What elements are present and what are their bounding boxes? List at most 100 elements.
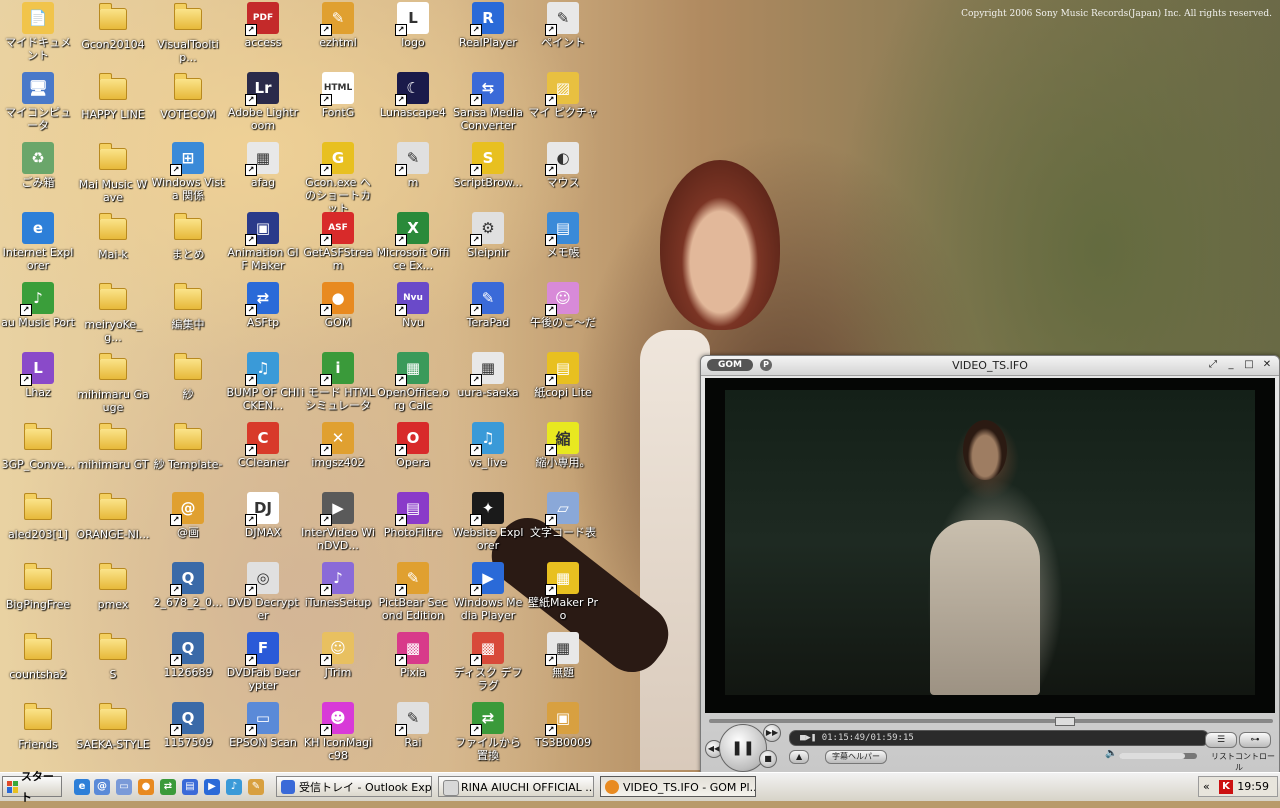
desktop-icon[interactable]: 🖥 マイコンピュータ	[0, 72, 76, 132]
quicklaunch-explorer-icon[interactable]: ▤	[182, 779, 198, 795]
minimize-icon[interactable]: _	[1225, 359, 1237, 370]
desktop-icon[interactable]: e Internet Explorer	[0, 212, 76, 272]
desktop-icon[interactable]: 紗 Template-	[150, 422, 226, 471]
eject-button[interactable]: ▲	[789, 750, 810, 764]
start-button[interactable]: スタート	[2, 770, 62, 804]
desktop-icon[interactable]: ✦Website Explorer	[450, 492, 526, 552]
control-button[interactable]: ⊶	[1239, 732, 1271, 748]
desktop-icon[interactable]: ●GOM	[300, 282, 376, 329]
desktop-icon[interactable]: ♪iTunesSetup	[300, 562, 376, 609]
desktop-icon[interactable]: mihimaru Gauge	[75, 352, 151, 414]
desktop-icon[interactable]: ✎ペイント	[525, 2, 601, 49]
desktop-icon[interactable]: DJDJMAX	[225, 492, 301, 539]
desktop-icon[interactable]: ▦OpenOffice.org Calc	[375, 352, 451, 412]
quicklaunch-paint-icon[interactable]: ✎	[248, 779, 264, 795]
desktop-icon[interactable]: XMicrosoft Office Ex...	[375, 212, 451, 272]
desktop-icon[interactable]: Friends	[0, 702, 76, 751]
desktop-icon[interactable]: meiryoKe_g...	[75, 282, 151, 344]
desktop-icon[interactable]: ♪au Music Port	[0, 282, 76, 329]
desktop-icon[interactable]: ▩Pixia	[375, 632, 451, 679]
desktop-icon[interactable]: RRealPlayer	[450, 2, 526, 49]
desktop-icon[interactable]: Mai Music Wave	[75, 142, 151, 204]
player-titlebar[interactable]: GOM P VIDEO_TS.IFO ⤢ _ □ ✕	[701, 356, 1279, 376]
desktop-icon[interactable]: LrAdobe Lightroom	[225, 72, 301, 132]
fullscreen-icon[interactable]: ⤢	[1207, 359, 1219, 370]
tray-expand-icon[interactable]: «	[1203, 780, 1210, 793]
desktop-icon[interactable]: HTMLFontG	[300, 72, 376, 119]
desktop-icon[interactable]: ⇆Sansa Media Converter	[450, 72, 526, 132]
desktop-icon[interactable]: 縮縮小専用。	[525, 422, 601, 469]
desktop-icon[interactable]: ✎PictBear Second Edition	[375, 562, 451, 622]
desktop-icon[interactable]: 紗	[150, 352, 226, 401]
quicklaunch-itunes-icon[interactable]: ♪	[226, 779, 242, 795]
desktop-icon[interactable]: Mai-k	[75, 212, 151, 261]
desktop-icon[interactable]: ▶Windows Media Player	[450, 562, 526, 622]
quicklaunch-network-icon[interactable]: ⇄	[160, 779, 176, 795]
desktop-icon[interactable]: ⊞Windows Vista 関係	[150, 142, 226, 202]
desktop-icon[interactable]: SScriptBrow...	[450, 142, 526, 189]
task-browser[interactable]: RINA AIUCHI OFFICIAL ...	[438, 776, 594, 797]
maximize-icon[interactable]: □	[1243, 359, 1255, 370]
desktop-icon[interactable]: ▭EPSON Scan	[225, 702, 301, 749]
desktop-icon[interactable]: ⚙Sleipnir	[450, 212, 526, 259]
desktop-icon[interactable]: HAPPY LINE	[75, 72, 151, 121]
desktop-icon[interactable]: mihimaru GT	[75, 422, 151, 471]
desktop-icon[interactable]: countsha2	[0, 632, 76, 681]
desktop-icon[interactable]: ▤紙copi Lite	[525, 352, 601, 399]
desktop-icon[interactable]: ♻ ごみ箱	[0, 142, 76, 189]
desktop-icon[interactable]: ✎m	[375, 142, 451, 189]
desktop-icon[interactable]: SAEKA-STYLE	[75, 702, 151, 751]
desktop-icon[interactable]: ⇄ファイルから置換	[450, 702, 526, 762]
task-gom-player[interactable]: VIDEO_TS.IFO - GOM Pl...	[600, 776, 756, 797]
desktop-icon[interactable]: ▦無題	[525, 632, 601, 679]
desktop-icon[interactable]: PDFaccess	[225, 2, 301, 49]
desktop-icon[interactable]: ▨マイ ピクチャ	[525, 72, 601, 119]
desktop-icon[interactable]: VOTECOM	[150, 72, 226, 121]
desktop-icon[interactable]: VisualTooltip...	[150, 2, 226, 64]
desktop-icon[interactable]: ▦壁紙Maker Pro	[525, 562, 601, 622]
quicklaunch-outlook-icon[interactable]: @	[94, 779, 110, 795]
desktop-icon[interactable]: 編集中	[150, 282, 226, 331]
quicklaunch-firefox-icon[interactable]: ●	[138, 779, 154, 795]
desktop-icon[interactable]: ORANGE-NI...	[75, 492, 151, 541]
desktop-icon[interactable]: ✎Rai	[375, 702, 451, 749]
desktop-icon[interactable]: ▣TS3B0009	[525, 702, 601, 749]
desktop-icon[interactable]: Q1157509	[150, 702, 226, 749]
desktop-icon[interactable]: 3GP_Conve...	[0, 422, 76, 471]
task-outlook[interactable]: 受信トレイ - Outlook Exp...	[276, 776, 432, 797]
next-icon[interactable]: ▶▶	[763, 724, 781, 742]
desktop-icon[interactable]: ✎ezhtml	[300, 2, 376, 49]
desktop-icon[interactable]: CCCleaner	[225, 422, 301, 469]
video-display[interactable]	[705, 378, 1275, 713]
tray-k-icon[interactable]: K	[1219, 780, 1233, 794]
desktop-icon[interactable]: ☾Lunascape4	[375, 72, 451, 119]
desktop-icon[interactable]: GGcon.exe へのショートカット	[300, 142, 376, 215]
desktop-icon[interactable]: ⇄ASFtp	[225, 282, 301, 329]
desktop-icon[interactable]: ◎DVD Decrypter	[225, 562, 301, 622]
subtitle-helper-button[interactable]: 字幕ヘルパー	[825, 750, 887, 764]
desktop-icon[interactable]: ☻KH IconMagic98	[300, 702, 376, 762]
desktop-icon[interactable]: ☺JTrim	[300, 632, 376, 679]
quicklaunch-ie-icon[interactable]: e	[74, 779, 90, 795]
desktop-icon[interactable]: ASFGetASFStream	[300, 212, 376, 272]
desktop-icon[interactable]: FDVDFab Decrypter	[225, 632, 301, 692]
desktop-icon[interactable]: ▤PhotoFiltre	[375, 492, 451, 539]
volume-slider[interactable]	[1119, 753, 1197, 759]
desktop-icon[interactable]: NvuNvu	[375, 282, 451, 329]
desktop-icon[interactable]: Gcon20104	[75, 2, 151, 51]
desktop-icon[interactable]: S	[75, 632, 151, 681]
desktop-icon[interactable]: ☺午後のこ〜だ	[525, 282, 601, 329]
desktop-icon[interactable]: ♫vs_live	[450, 422, 526, 469]
desktop-icon[interactable]: ✎TeraPad	[450, 282, 526, 329]
pause-button[interactable]: ❚❚	[719, 724, 767, 772]
desktop-icon[interactable]: まとめ	[150, 212, 226, 261]
quicklaunch-desktop-icon[interactable]: ▭	[116, 779, 132, 795]
desktop-icon[interactable]: pmex	[75, 562, 151, 611]
desktop-icon[interactable]: BigPingFree	[0, 562, 76, 611]
clock[interactable]: 19:59	[1237, 780, 1269, 793]
desktop-icon[interactable]: ♫BUMP OF CHICKEN...	[225, 352, 301, 412]
desktop-icon[interactable]: Q2_678_2_0...	[150, 562, 226, 609]
desktop-icon[interactable]: ▦uura-saeka	[450, 352, 526, 399]
list-button[interactable]: ☰	[1205, 732, 1237, 748]
speaker-icon[interactable]: 🔈	[1105, 748, 1117, 759]
